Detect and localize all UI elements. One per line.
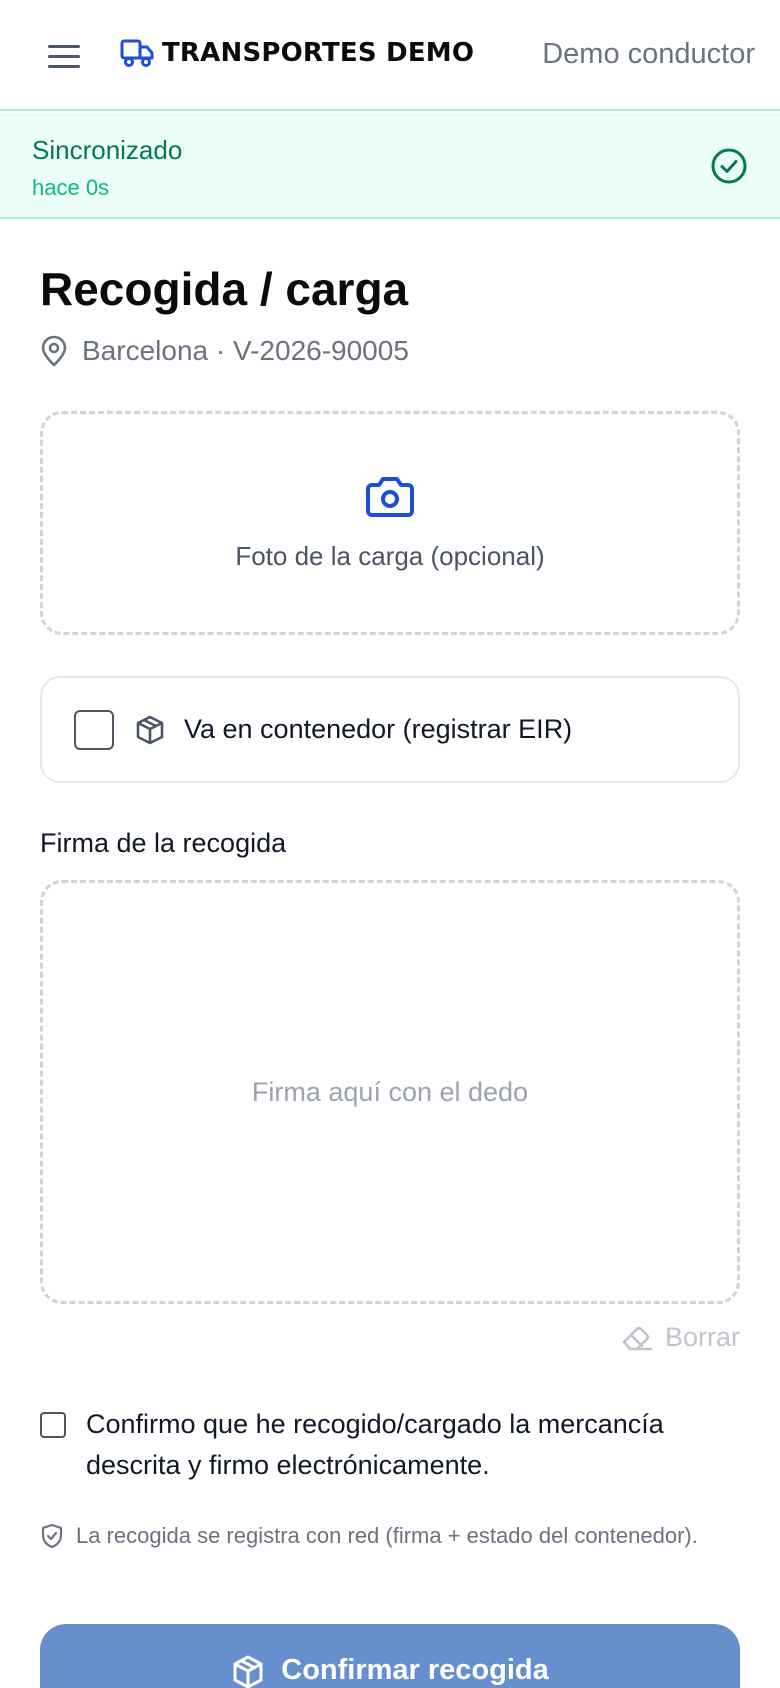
clear-signature-label: Borrar <box>664 1322 740 1352</box>
clear-signature-button[interactable]: Borrar <box>621 1322 740 1353</box>
brand-name: TRANSPORTES DEMO <box>162 38 475 68</box>
package-icon <box>233 1655 263 1688</box>
eraser-icon <box>622 1326 653 1350</box>
container-checkbox[interactable] <box>74 709 114 750</box>
shield-check-icon <box>41 1523 63 1549</box>
top-app-bar: TRANSPORTES DEMO Demo conductor <box>0 0 780 111</box>
signature-pad[interactable]: Firma aquí con el dedo <box>40 880 740 1304</box>
map-pin-icon <box>41 335 67 367</box>
confirm-pickup-button[interactable]: Confirmar recogida <box>40 1624 740 1688</box>
menu-icon-line <box>48 44 80 48</box>
signature-section-label: Firma de la recogida <box>40 828 287 858</box>
network-note-text: La recogida se registra con red (firma +… <box>76 1523 698 1548</box>
box-icon <box>136 715 164 744</box>
confirm-text: Confirmo que he recogido/cargado la merc… <box>86 1409 664 1480</box>
camera-icon <box>366 476 414 517</box>
sync-status-banner: Sincronizado hace 0s <box>0 113 780 219</box>
confirm-pickup-label: Confirmar recogida <box>281 1654 549 1686</box>
menu-icon-line <box>48 54 80 58</box>
network-note: La recogida se registra con red (firma +… <box>40 1520 740 1552</box>
check-circle-icon <box>711 148 747 184</box>
container-label: Va en contenedor (registrar EIR) <box>184 714 573 744</box>
photo-upload-area[interactable]: Foto de la carga (opcional) <box>40 411 740 635</box>
menu-icon-line <box>48 64 80 68</box>
truck-icon <box>120 39 154 67</box>
photo-upload-label: Foto de la carga (opcional) <box>235 540 545 571</box>
confirm-declaration[interactable]: Confirmo que he recogido/cargado la merc… <box>40 1404 740 1486</box>
page-title: Recogida / carga <box>40 263 409 315</box>
sync-last-time: hace 0s <box>32 175 110 200</box>
user-name[interactable]: Demo conductor <box>542 38 755 71</box>
brand-logo[interactable]: TRANSPORTES DEMO <box>120 38 474 68</box>
menu-button[interactable] <box>40 36 88 76</box>
container-toggle-card[interactable]: Va en contenedor (registrar EIR) <box>40 676 740 783</box>
location-text: Barcelona · V-2026-90005 <box>82 335 409 366</box>
signature-placeholder: Firma aquí con el dedo <box>251 1076 529 1107</box>
confirm-checkbox[interactable] <box>40 1412 66 1438</box>
location-line: Barcelona · V-2026-90005 <box>40 335 409 367</box>
sync-status-title: Sincronizado <box>32 135 183 165</box>
